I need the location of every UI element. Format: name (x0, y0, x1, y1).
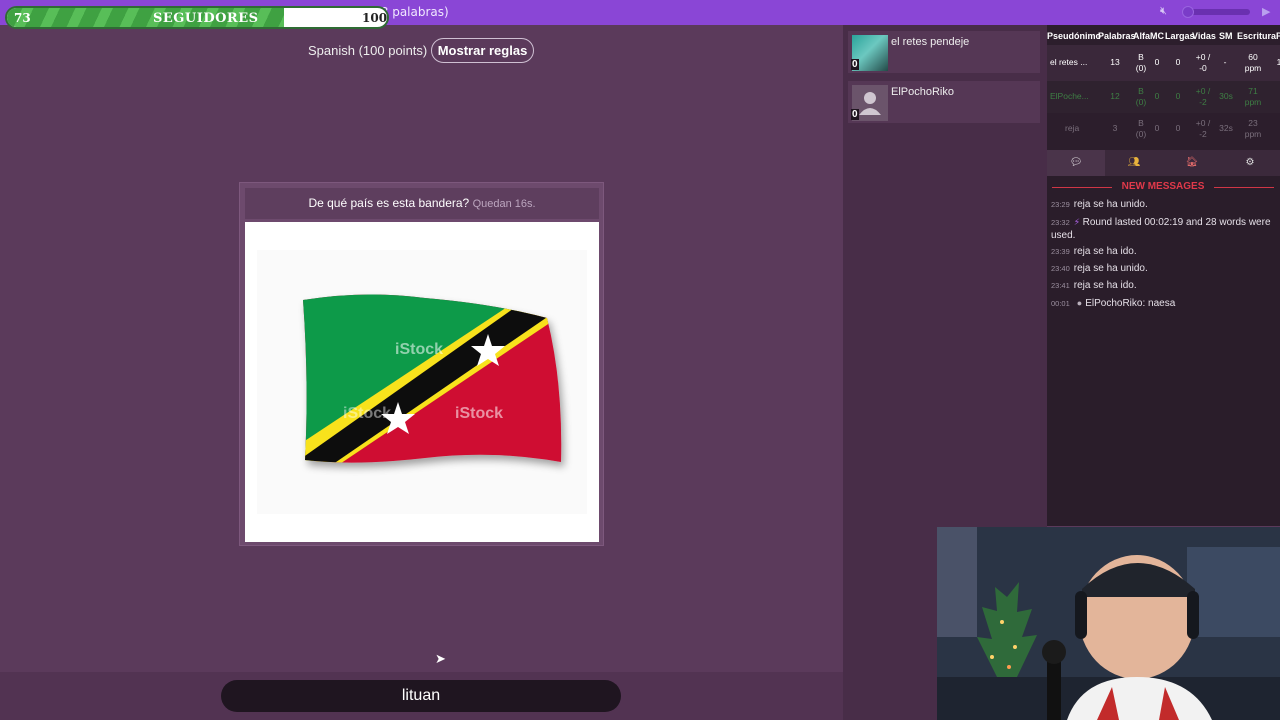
message-time: 00:01 (1051, 299, 1070, 308)
row-largas: 0 (1175, 123, 1181, 133)
message-time: 23:32 (1051, 218, 1070, 227)
message-time: 23:41 (1051, 281, 1070, 290)
player-card: el retes pendeje 0 (848, 31, 1040, 73)
chat-message: 23:29 reja se ha unido. (1051, 199, 1275, 212)
row-words: 12 (1110, 91, 1120, 101)
broom-icon: ⚡︎ (1073, 217, 1083, 227)
mouse-cursor: ➤ (435, 651, 446, 666)
row-name: ElPoche... (1050, 91, 1089, 101)
person-icon: ● (1076, 298, 1083, 308)
message-time: 23:40 (1051, 264, 1070, 273)
row-words: 3 (1112, 123, 1118, 133)
flag-image: iStock iStock iStock (245, 222, 599, 542)
col-header: Palabras (1098, 31, 1136, 41)
row-name: reja (1065, 123, 1080, 133)
row-p: 1 (1276, 57, 1280, 67)
watermark: iStock (395, 341, 443, 358)
speaker-mute-icon[interactable]: 🔇︎ (1160, 5, 1167, 18)
message-text: reja se ha unido. (1073, 263, 1148, 274)
chat-message: 23:41 reja se ha ido. (1051, 280, 1275, 293)
row-escritura: 71 ppm (1244, 86, 1262, 107)
followers-goal-bar: 73 SEGUIDORES 100 (5, 6, 389, 29)
watermark: iStock (455, 405, 503, 422)
row-name: el retes ... (1050, 57, 1088, 67)
message-text: naesa (1148, 298, 1176, 309)
scoreboard: Pseudónimo Palabras Alfa MC Largas Vidas… (1047, 25, 1280, 150)
webcam-image (937, 527, 1280, 720)
question-text: De qué país es esta bandera? (308, 196, 470, 210)
chat-bubble-icon[interactable]: 💬︎ (1047, 150, 1105, 176)
row-vidas: +0 / -2 (1195, 118, 1211, 139)
language-label: Spanish (100 points) (308, 43, 428, 58)
player-card: ElPochoRiko 0 (848, 81, 1040, 123)
player-name: ElPochoRiko (891, 86, 954, 98)
row-vidas: +0 / -0 (1195, 52, 1211, 73)
chat-message: 00:01 ● ElPochoRiko: naesa (1051, 297, 1275, 311)
col-header: Pseudónimo (1047, 31, 1102, 41)
flag-illustration: iStock iStock iStock (257, 250, 587, 514)
shop-icon[interactable]: 🏠︎ (1163, 150, 1221, 176)
answer-input[interactable] (221, 680, 621, 712)
followers-count: 73 (14, 11, 31, 25)
message-time: 23:39 (1051, 247, 1070, 256)
chat-tabs: 💬︎ 👥︎ 🏠︎ ⚙ (1047, 150, 1280, 176)
row-sm: 30s (1219, 91, 1233, 101)
player-name: el retes pendeje (891, 36, 970, 48)
watermark: iStock (343, 405, 391, 422)
followers-goal: 100 (362, 11, 388, 25)
row-alfa: B (0) (1135, 52, 1147, 73)
chat-message: 23:40 reja se ha unido. (1051, 263, 1275, 276)
col-header: SM (1219, 31, 1233, 41)
row-mc: 0 (1154, 91, 1160, 101)
col-header: P (1276, 31, 1280, 41)
show-rules-button[interactable]: Mostrar reglas (431, 38, 534, 63)
row-sm: - (1223, 57, 1227, 67)
row-escritura: 23 ppm (1244, 118, 1262, 139)
followers-label: SEGUIDORES (153, 11, 259, 26)
message-text: reja se ha ido. (1073, 246, 1137, 257)
row-mc: 0 (1154, 57, 1160, 67)
question-card: De qué país es esta bandera? Quedan 16s. (239, 182, 604, 546)
message-text: reja se ha ido. (1073, 280, 1137, 291)
users-icon[interactable]: 👥︎ (1105, 150, 1163, 176)
row-words: 13 (1110, 57, 1120, 67)
chat-message: 23:32 ⚡︎ Round lasted 00:02:19 and 28 wor… (1051, 216, 1275, 242)
volume-knob[interactable] (1182, 6, 1194, 18)
row-escritura: 60 ppm (1244, 52, 1262, 73)
col-header: Largas (1165, 31, 1195, 41)
col-header: MC (1150, 31, 1164, 41)
player-score: 0 (851, 109, 859, 120)
col-header: Alfa (1133, 31, 1151, 41)
webcam-feed (937, 527, 1280, 720)
chat-message: 23:39 reja se ha ido. (1051, 246, 1275, 259)
row-sm: 32s (1219, 123, 1233, 133)
col-header: Escritura (1237, 31, 1277, 41)
player-score: 0 (851, 59, 859, 70)
gear-icon[interactable]: ⚙ (1221, 150, 1279, 176)
message-user[interactable]: ElPochoRiko (1085, 298, 1142, 309)
row-mc: 0 (1154, 123, 1160, 133)
row-alfa: B (0) (1135, 118, 1147, 139)
row-vidas: +0 / -2 (1195, 86, 1211, 107)
message-text: reja se ha unido. (1073, 199, 1148, 210)
question-header: De qué país es esta bandera? Quedan 16s. (245, 188, 599, 219)
col-header: Vidas (1192, 31, 1216, 41)
row-alfa: B (0) (1135, 86, 1147, 107)
play-icon[interactable]: ▶ (1262, 5, 1270, 18)
message-text: Round lasted 00:02:19 and 28 words were … (1051, 217, 1271, 241)
row-largas: 0 (1175, 91, 1181, 101)
row-largas: 0 (1175, 57, 1181, 67)
new-messages-divider: NEW MESSAGES (1052, 181, 1274, 192)
message-time: 23:29 (1051, 200, 1070, 209)
time-left: Quedan 16s. (472, 198, 536, 210)
